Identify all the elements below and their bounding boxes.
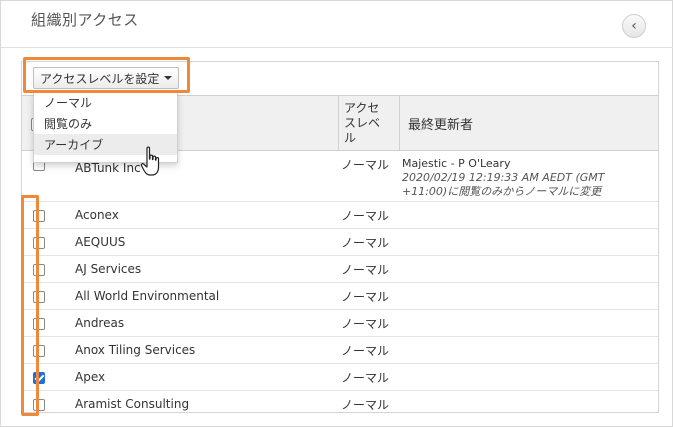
access-level: ノーマル: [341, 371, 390, 385]
table-row[interactable]: Apex ノーマル: [22, 364, 658, 391]
dropdown-option-normal[interactable]: ノーマル: [34, 92, 177, 113]
table-row[interactable]: Andreas ノーマル: [22, 310, 658, 337]
updated-by: Majestic - P O'Leary: [402, 157, 511, 170]
table-row[interactable]: AJ Services ノーマル: [22, 256, 658, 283]
row-checkbox[interactable]: [33, 345, 45, 357]
row-checkbox[interactable]: [33, 210, 45, 222]
org-name: ABTunk Inc: [75, 161, 141, 175]
table-row[interactable]: Anox Tiling Services ノーマル: [22, 337, 658, 364]
row-checkbox[interactable]: [33, 237, 45, 249]
access-level: ノーマル: [341, 236, 390, 250]
org-name: Andreas: [75, 316, 125, 330]
row-checkbox[interactable]: [33, 399, 45, 411]
table-row[interactable]: All World Environmental ノーマル: [22, 283, 658, 310]
table-row[interactable]: AEQUUS ノーマル: [22, 229, 658, 256]
access-header-line-2: スレベ: [344, 116, 381, 130]
dropdown-option-view-only[interactable]: 閲覧のみ: [34, 113, 177, 134]
access-level: ノーマル: [341, 290, 390, 304]
row-checkbox[interactable]: [33, 291, 45, 303]
org-name: Aramist Consulting: [75, 397, 190, 411]
access-level: ノーマル: [341, 158, 390, 172]
row-checkbox[interactable]: [33, 318, 45, 330]
access-level: ノーマル: [341, 209, 390, 223]
org-name: AEQUUS: [75, 235, 126, 249]
access-level: ノーマル: [341, 263, 390, 277]
collapse-button[interactable]: ‹: [622, 14, 646, 38]
org-name: Anox Tiling Services: [75, 343, 196, 357]
last-updated: Majestic - P O'Leary 2020/02/19 12:19:33…: [402, 157, 652, 199]
chevron-left-icon: ‹: [631, 18, 637, 34]
access-level: ノーマル: [341, 398, 390, 412]
set-access-level-label: アクセスレベルを設定: [40, 71, 160, 86]
column-header-access-level[interactable]: アクセ スレベ ル: [338, 96, 398, 150]
caret-down-icon: [164, 76, 173, 80]
org-name: Aconex: [75, 208, 119, 222]
access-header-line-3: ル: [344, 131, 357, 145]
org-name: Apex: [75, 370, 106, 384]
row-checkbox-checked[interactable]: [33, 372, 45, 384]
table-row[interactable]: Aramist Consulting ノーマル: [22, 391, 658, 412]
set-access-level-button[interactable]: アクセスレベルを設定: [33, 67, 180, 89]
table-row[interactable]: Aconex ノーマル: [22, 202, 658, 229]
access-header-line-1: アクセ: [344, 101, 380, 115]
page-title: 組織別アクセス: [31, 11, 139, 29]
access-level: ノーマル: [341, 317, 390, 331]
header-divider: [1, 47, 673, 48]
hand-pointer-icon: [140, 146, 164, 182]
column-header-last-updated[interactable]: 最終更新者: [399, 96, 658, 150]
org-name: All World Environmental: [75, 289, 220, 303]
updated-detail-line-1: 2020/02/19 12:19:33 AM AEDT (GMT: [402, 171, 605, 184]
row-checkbox[interactable]: [33, 264, 45, 276]
access-level: ノーマル: [341, 344, 390, 358]
org-access-frame: 組織別アクセス ‹ アクセスレベルを設定 アクセ スレベ ル 最終更新者 ABT…: [0, 0, 673, 427]
updated-detail-line-2: +11:00)に閲覧のみからノーマルに変更: [402, 185, 602, 198]
org-name: AJ Services: [75, 262, 142, 276]
